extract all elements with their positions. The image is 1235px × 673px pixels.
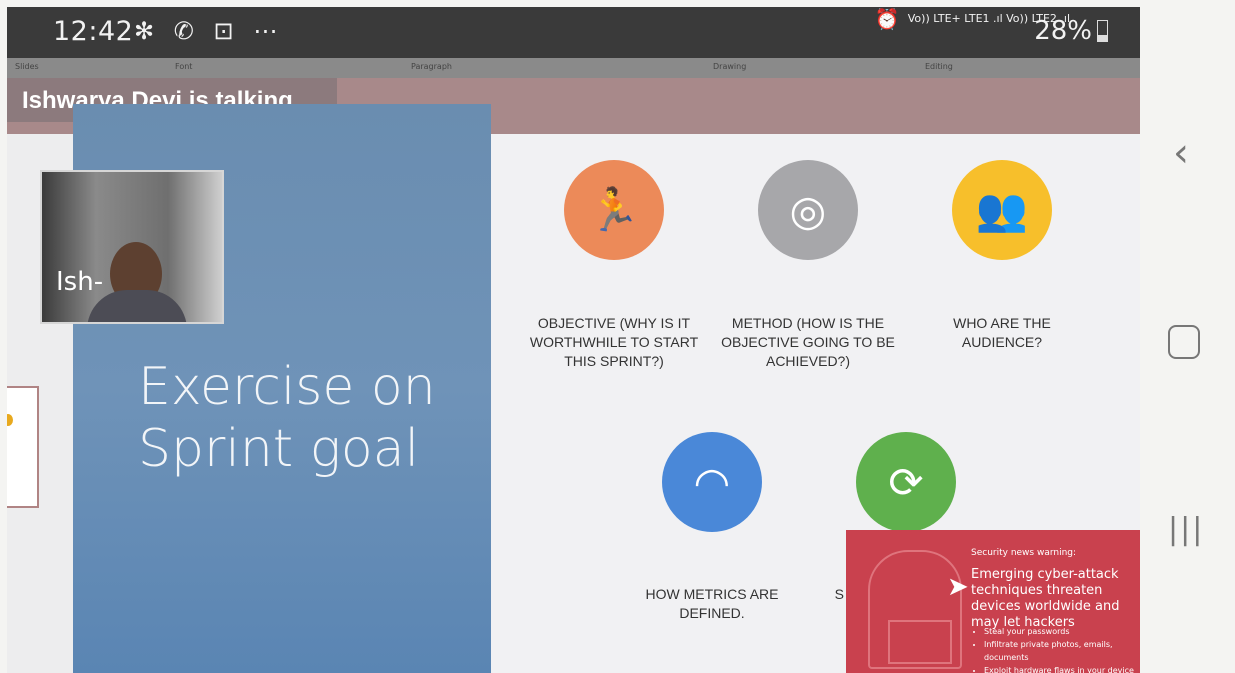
snowflake-icon: ✻	[134, 17, 155, 45]
item-label-method: METHOD (HOW IS THE OBJECTIVE GOING TO BE…	[721, 315, 895, 369]
gauge-icon: ◠	[662, 432, 762, 532]
warning-list: Steal your passwords Infiltrate private …	[976, 625, 1140, 673]
more-icon: ⋯	[253, 17, 278, 45]
thumbnail-dot	[7, 414, 13, 426]
status-icons: ✻ ✆ ⊡ ⋯	[134, 17, 289, 45]
refresh-icon: ⟳	[856, 432, 956, 532]
battery-icon	[1097, 20, 1108, 42]
ribbon-group-paragraph: Paragraph	[411, 62, 452, 71]
slide-thumbnail[interactable]	[7, 386, 39, 508]
ribbon-group-drawing: Drawing	[713, 62, 747, 71]
running-icon: 🏃	[564, 160, 664, 260]
warning-bullet: Steal your passwords	[984, 625, 1140, 638]
warning-bullet: Infiltrate private photos, emails, docum…	[984, 638, 1140, 664]
battery-percent: 28%	[1034, 16, 1092, 46]
whatsapp-icon: ✆	[173, 17, 194, 45]
item-label-metrics: HOW METRICS ARE DEFINED.	[645, 586, 779, 621]
laptop-icon	[888, 620, 952, 664]
participant-video-tile[interactable]: Ish-	[40, 170, 224, 324]
status-bar: 12:42 ✻ ✆ ⊡ ⋯ ⏰ Vo)) LTE+ LTE1 .ıl Vo)) …	[7, 7, 1140, 58]
participant-name: Ish-	[56, 267, 104, 297]
ppt-ribbon: Slides Font Paragraph Drawing Editing	[7, 58, 1140, 79]
ribbon-group-editing: Editing	[925, 62, 953, 71]
mouse-cursor-icon: ➤	[947, 572, 969, 602]
audience-icon: 👥	[952, 160, 1052, 260]
phone-screen: 12:42 ✻ ✆ ⊡ ⋯ ⏰ Vo)) LTE+ LTE1 .ıl Vo)) …	[7, 7, 1140, 673]
warning-bullet: Exploit hardware flaws in your device	[984, 664, 1140, 673]
item-label-audience: WHO ARE THE AUDIENCE?	[953, 315, 1051, 350]
ribbon-group-font: Font	[175, 62, 193, 71]
slide-title-line2: Sprint goal	[138, 419, 420, 479]
slide-title: Exercise on Sprint goal	[138, 356, 436, 480]
recent-apps-button[interactable]: |||	[1168, 512, 1204, 547]
ribbon-group-slides: Slides	[15, 62, 39, 71]
app-icon: ⊡	[213, 17, 234, 45]
back-button[interactable]: ‹	[1173, 130, 1189, 176]
target-icon: ◎	[758, 160, 858, 260]
warning-title: Security news warning:	[971, 548, 1077, 558]
item-label-objective: OBJECTIVE (WHY IS IT WORTHWHILE TO START…	[529, 315, 699, 369]
security-warning-popup[interactable]: Security news warning: Emerging cyber-at…	[846, 530, 1140, 673]
warning-message: Emerging cyber-attack techniques threate…	[971, 567, 1120, 630]
home-button[interactable]	[1168, 325, 1200, 359]
android-nav-bar: ‹ |||	[1140, 0, 1235, 673]
alarm-icon: ⏰	[874, 7, 900, 31]
slide-title-line1: Exercise on	[138, 357, 436, 417]
status-time: 12:42	[53, 16, 134, 47]
item-label-partial: S	[834, 586, 844, 602]
